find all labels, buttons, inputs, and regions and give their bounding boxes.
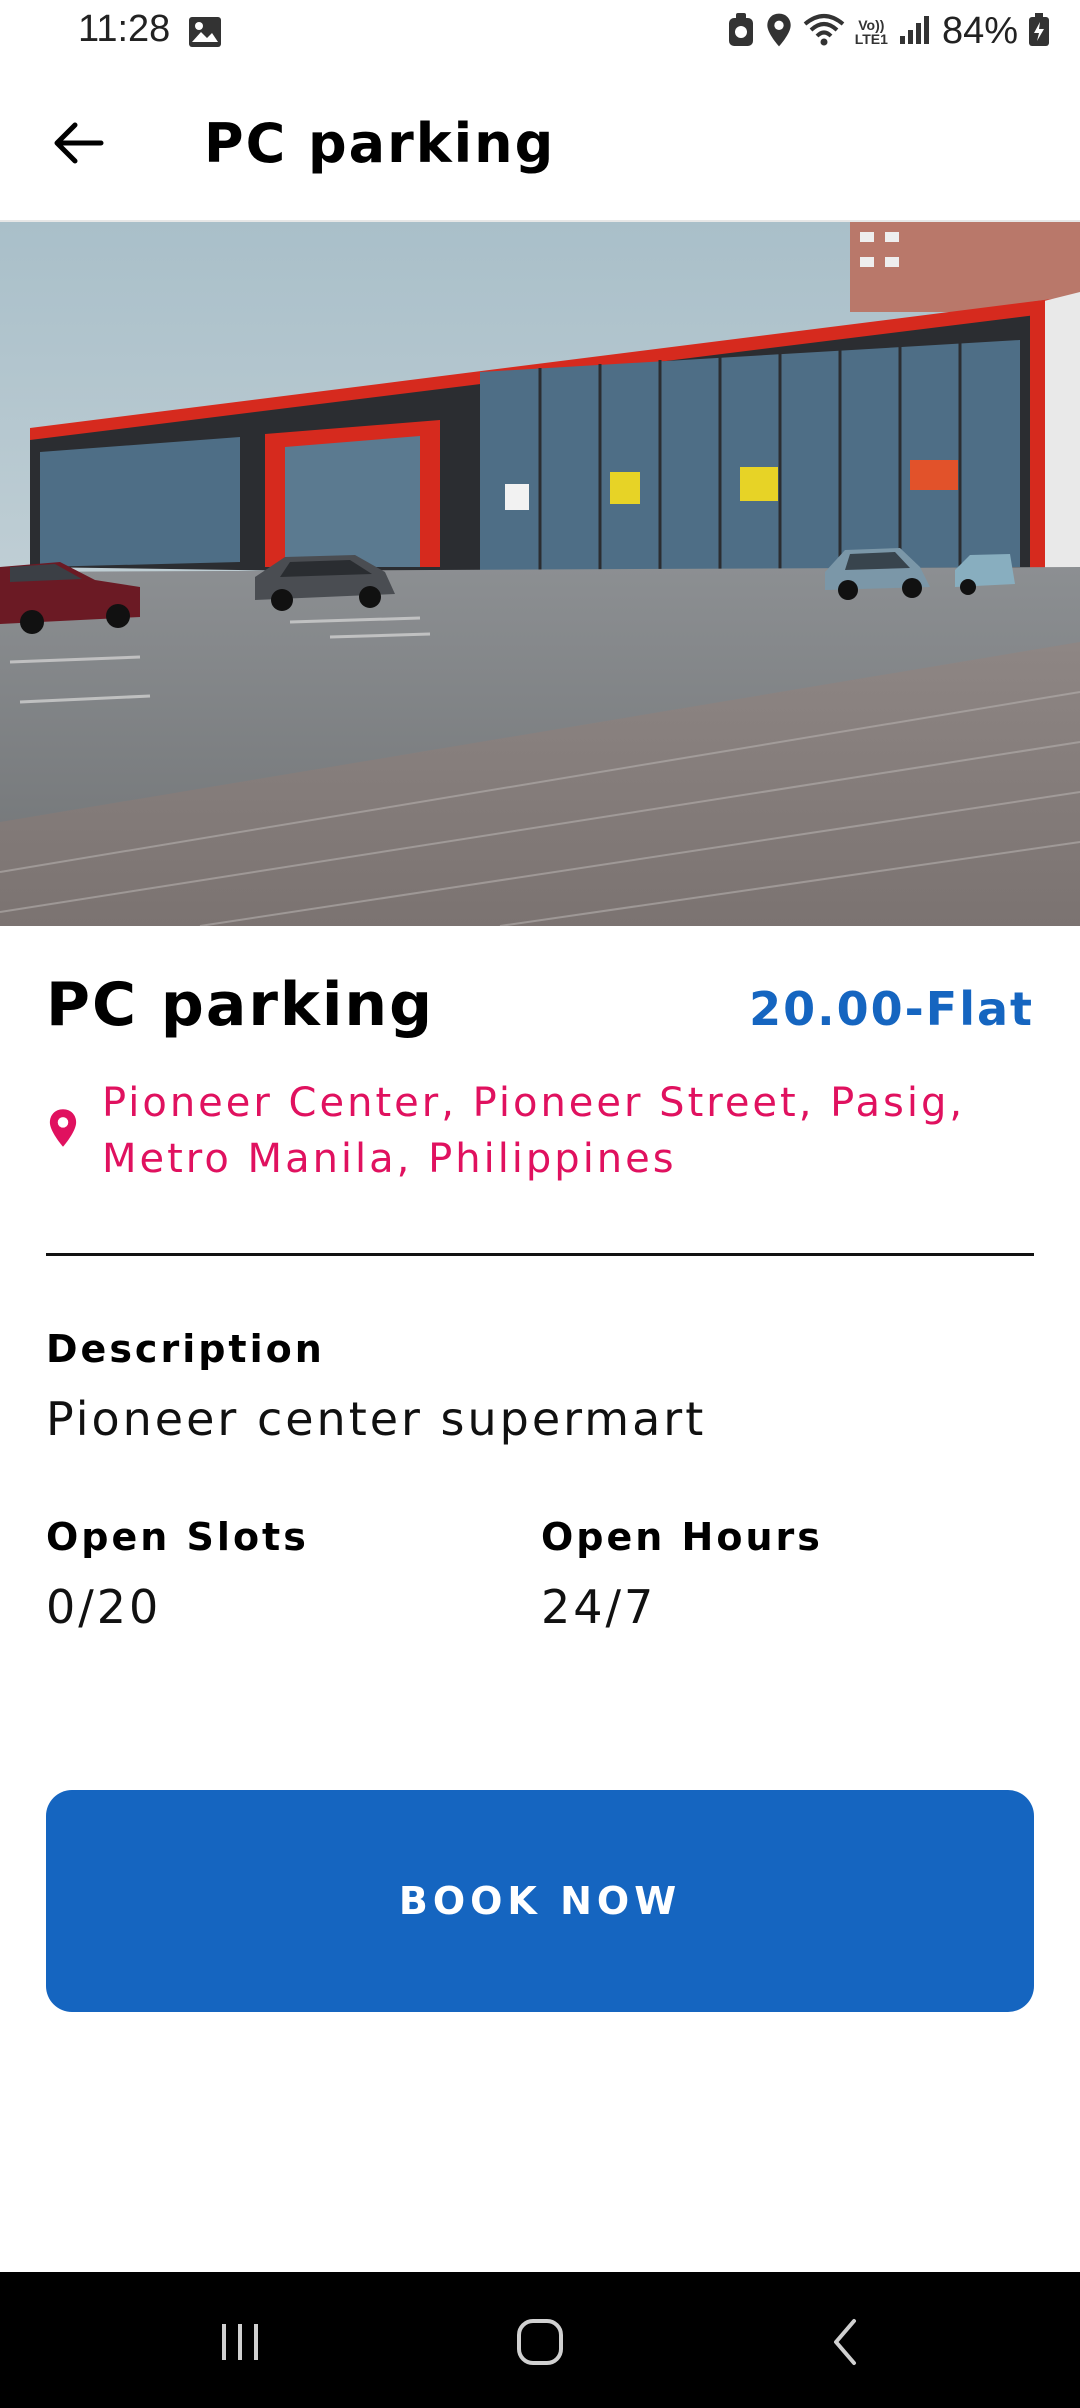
lock-icon	[727, 12, 755, 52]
back-icon	[834, 2319, 856, 2365]
map-pin-icon	[48, 1108, 78, 1152]
app-bar: PC parking	[0, 64, 1080, 222]
recent-apps-icon	[222, 2324, 258, 2360]
system-nav-bar	[0, 2272, 1080, 2408]
arrow-left-icon	[54, 122, 104, 164]
open-slots-label: Open Slots	[46, 1515, 309, 1559]
divider	[46, 1253, 1034, 1256]
volte-top-text: Vo))	[858, 16, 885, 33]
recent-apps-button[interactable]	[200, 2302, 280, 2382]
battery-icon	[1028, 12, 1050, 51]
home-button[interactable]	[500, 2302, 580, 2382]
gallery-icon	[188, 16, 222, 52]
battery-percent: 84%	[941, 10, 1018, 52]
back-button[interactable]	[40, 104, 118, 182]
volte-bottom-text: LTE1	[854, 30, 888, 47]
location-icon	[765, 12, 793, 52]
open-hours-label: Open Hours	[541, 1515, 823, 1559]
status-time: 11:28	[78, 8, 171, 50]
parking-hero-image	[0, 222, 1080, 926]
place-address: Pioneer Center, Pioneer Street, Pasig, M…	[102, 1080, 966, 1182]
status-icons: Vo)) LTE1 84%	[727, 10, 1050, 53]
open-slots-value: 0/20	[46, 1580, 162, 1634]
volte-icon: Vo)) LTE1	[855, 18, 888, 46]
place-name: PC parking	[46, 970, 435, 1040]
book-now-button[interactable]: BOOK NOW	[46, 1790, 1034, 2012]
page-title: PC parking	[204, 112, 556, 175]
description-value: Pioneer center supermart	[46, 1392, 707, 1446]
wifi-icon	[803, 12, 845, 52]
signal-icon	[898, 14, 932, 50]
place-price: 20.00-Flat	[749, 982, 1034, 1036]
open-hours-value: 24/7	[541, 1580, 657, 1634]
status-bar: 11:28 Vo)) LTE1 84%	[0, 0, 1080, 64]
nav-back-button[interactable]	[805, 2302, 885, 2382]
home-icon	[517, 2319, 563, 2365]
description-label: Description	[46, 1327, 325, 1371]
